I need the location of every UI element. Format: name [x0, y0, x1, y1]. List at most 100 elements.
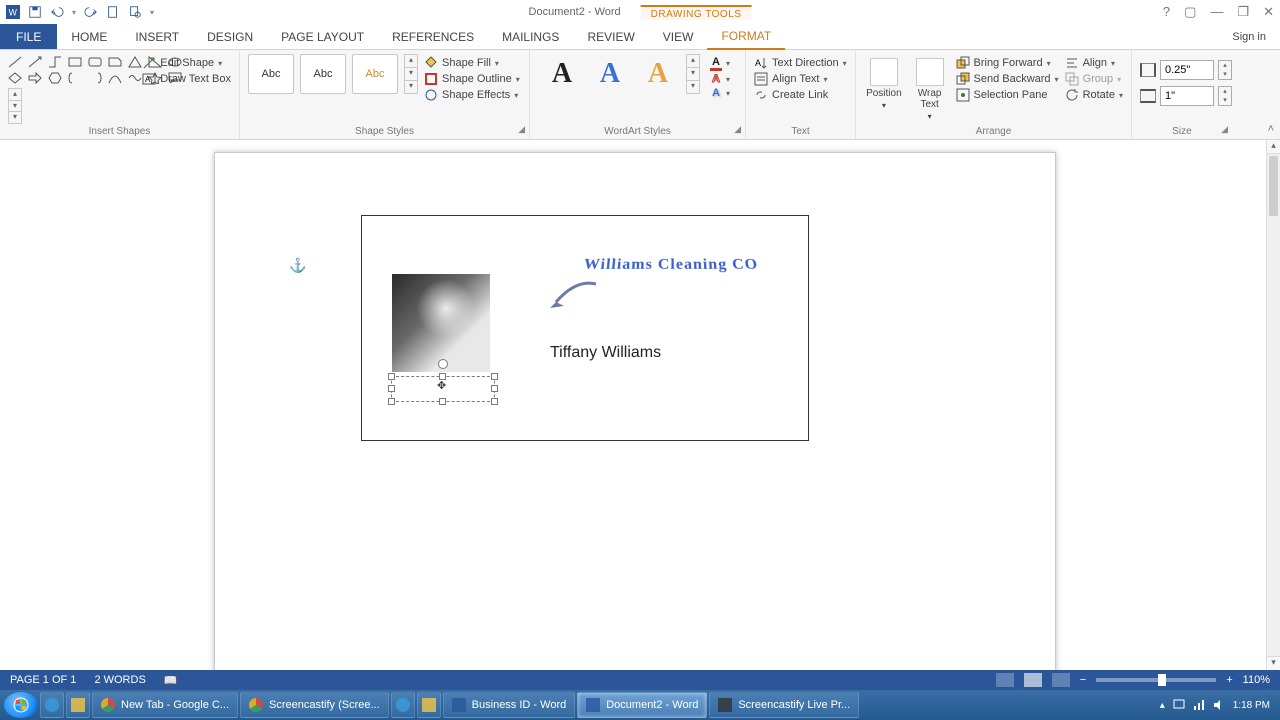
snip-rect-icon[interactable]: [108, 56, 122, 68]
tab-mailings[interactable]: MAILINGS: [488, 24, 573, 49]
system-tray[interactable]: ▴ 1:18 PM: [1160, 699, 1276, 711]
zoom-out-icon[interactable]: −: [1080, 674, 1086, 686]
card-name-text[interactable]: Tiffany Williams: [550, 344, 661, 362]
wa-more-icon[interactable]: ▾: [687, 81, 699, 93]
scrollbar-thumb[interactable]: [1269, 156, 1278, 216]
elbow-connector-icon[interactable]: [48, 56, 62, 68]
group-button[interactable]: Group▾: [1065, 72, 1123, 86]
new-doc-icon[interactable]: [106, 5, 120, 19]
size-launcher-icon[interactable]: ◢: [1221, 124, 1228, 135]
rectangle-icon[interactable]: [68, 56, 82, 68]
shapes-scroll-up-icon[interactable]: ▴: [9, 89, 21, 101]
wordart-thumb[interactable]: A: [542, 54, 582, 94]
view-print-layout-icon[interactable]: [1024, 673, 1042, 687]
close-button[interactable]: ✕: [1263, 4, 1274, 20]
tab-references[interactable]: REFERENCES: [378, 24, 488, 49]
start-button[interactable]: [4, 692, 38, 718]
resize-handle[interactable]: [439, 373, 446, 380]
portrait-photo[interactable]: [392, 274, 490, 372]
resize-handle[interactable]: [388, 385, 395, 392]
freeform-icon[interactable]: [128, 72, 142, 84]
minimize-button[interactable]: —: [1210, 4, 1223, 20]
ribbon-display-options-icon[interactable]: ▢: [1184, 4, 1196, 20]
resize-handle[interactable]: [388, 398, 395, 405]
text-outline-button[interactable]: A▾: [710, 73, 730, 85]
word-count[interactable]: 2 WORDS: [94, 674, 145, 686]
page-indicator[interactable]: PAGE 1 OF 1: [10, 674, 76, 686]
tray-network-icon[interactable]: [1193, 699, 1205, 711]
triangle-icon[interactable]: [128, 56, 142, 68]
rotate-button[interactable]: Rotate▾: [1065, 88, 1123, 102]
taskbar-item-chrome[interactable]: New Tab - Google C...: [92, 692, 238, 718]
rounded-rect-icon[interactable]: [88, 56, 102, 68]
shapes-more-icon[interactable]: ▾: [9, 112, 21, 123]
position-button[interactable]: Position▾: [864, 54, 904, 110]
line-arrow-icon[interactable]: [28, 56, 42, 68]
resize-handle[interactable]: [388, 373, 395, 380]
shape-effects-button[interactable]: Shape Effects▾: [424, 88, 520, 102]
tab-view[interactable]: VIEW: [649, 24, 708, 49]
scroll-down-icon[interactable]: ▾: [1267, 656, 1280, 670]
height-spinner[interactable]: ▴▾: [1218, 60, 1232, 80]
tab-page-layout[interactable]: PAGE LAYOUT: [267, 24, 378, 49]
redo-icon[interactable]: [84, 5, 98, 19]
tab-home[interactable]: HOME: [57, 24, 121, 49]
tab-format[interactable]: FORMAT: [707, 24, 785, 50]
taskbar-item-word1[interactable]: Business ID - Word: [443, 692, 576, 718]
create-link-button[interactable]: Create Link: [754, 88, 847, 102]
tray-action-center-icon[interactable]: [1173, 699, 1185, 711]
text-effects-button[interactable]: A▾: [710, 87, 730, 99]
tray-show-hidden-icon[interactable]: ▴: [1160, 700, 1165, 711]
wordart-gallery[interactable]: A A A ▴▾▾: [538, 54, 704, 94]
taskbar-item-word2[interactable]: Document2 - Word: [577, 692, 707, 718]
wordart-thumb[interactable]: A: [590, 54, 630, 94]
wordart-thumb[interactable]: A: [638, 54, 678, 94]
shape-styles-launcher-icon[interactable]: ◢: [518, 124, 525, 135]
shape-style-thumb[interactable]: Abc: [352, 54, 398, 94]
rotate-handle[interactable]: [438, 359, 448, 369]
align-button[interactable]: Align▾: [1065, 56, 1123, 70]
resize-handle[interactable]: [439, 398, 446, 405]
vertical-scrollbar[interactable]: ▴ ▾: [1266, 140, 1280, 670]
send-backward-button[interactable]: Send Backward▾: [956, 72, 1059, 86]
shape-style-gallery[interactable]: Abc Abc Abc ▴▾▾: [248, 54, 418, 94]
taskbar-item-screencastify[interactable]: Screencastify (Scree...: [240, 692, 389, 718]
shape-style-thumb[interactable]: Abc: [300, 54, 346, 94]
print-preview-icon[interactable]: [128, 5, 142, 19]
scroll-up-icon[interactable]: ▴: [1267, 140, 1280, 154]
save-icon[interactable]: [28, 5, 42, 19]
resize-handle[interactable]: [491, 385, 498, 392]
zoom-in-icon[interactable]: +: [1226, 674, 1232, 686]
line-icon[interactable]: [8, 56, 22, 68]
signin-link[interactable]: Sign in: [1232, 24, 1280, 49]
curve-icon[interactable]: [108, 72, 122, 84]
shape-outline-button[interactable]: Shape Outline▾: [424, 72, 520, 86]
wordart-launcher-icon[interactable]: ◢: [734, 124, 741, 135]
diamond-icon[interactable]: [8, 72, 22, 84]
taskbar-pinned-ie[interactable]: [40, 692, 64, 718]
business-card-shape[interactable]: Williams Cleaning CO Tiffany Williams ✥: [361, 215, 809, 441]
company-logo[interactable]: Williams Cleaning CO: [546, 256, 796, 326]
zoom-slider-knob[interactable]: [1158, 674, 1166, 686]
shape-width-input[interactable]: [1160, 86, 1214, 106]
tab-insert[interactable]: INSERT: [121, 24, 193, 49]
help-icon[interactable]: ?: [1163, 4, 1170, 20]
tab-review[interactable]: REVIEW: [573, 24, 648, 49]
view-web-layout-icon[interactable]: [1052, 673, 1070, 687]
page[interactable]: ⚓ Williams Cleaning CO Tiffany Williams …: [214, 152, 1056, 670]
collapse-ribbon-icon[interactable]: ˄: [1268, 123, 1274, 135]
arrow-right-icon[interactable]: [28, 72, 42, 84]
document-area[interactable]: ⚓ Williams Cleaning CO Tiffany Williams …: [0, 140, 1266, 670]
style-scroll-up-icon[interactable]: ▴: [405, 55, 417, 68]
taskbar-item-screencastify-live[interactable]: Screencastify Live Pr...: [709, 692, 859, 718]
style-more-icon[interactable]: ▾: [405, 81, 417, 93]
zoom-slider[interactable]: [1096, 678, 1216, 682]
taskbar-pinned-explorer[interactable]: [66, 692, 90, 718]
align-text-button[interactable]: Align Text▾: [754, 72, 847, 86]
view-read-mode-icon[interactable]: [996, 673, 1014, 687]
wa-scroll-up-icon[interactable]: ▴: [687, 55, 699, 68]
hexagon-icon[interactable]: [48, 72, 62, 84]
wrap-text-button[interactable]: Wrap Text▾: [910, 54, 950, 121]
resize-handle[interactable]: [491, 373, 498, 380]
taskbar-item-generic[interactable]: [417, 692, 441, 718]
